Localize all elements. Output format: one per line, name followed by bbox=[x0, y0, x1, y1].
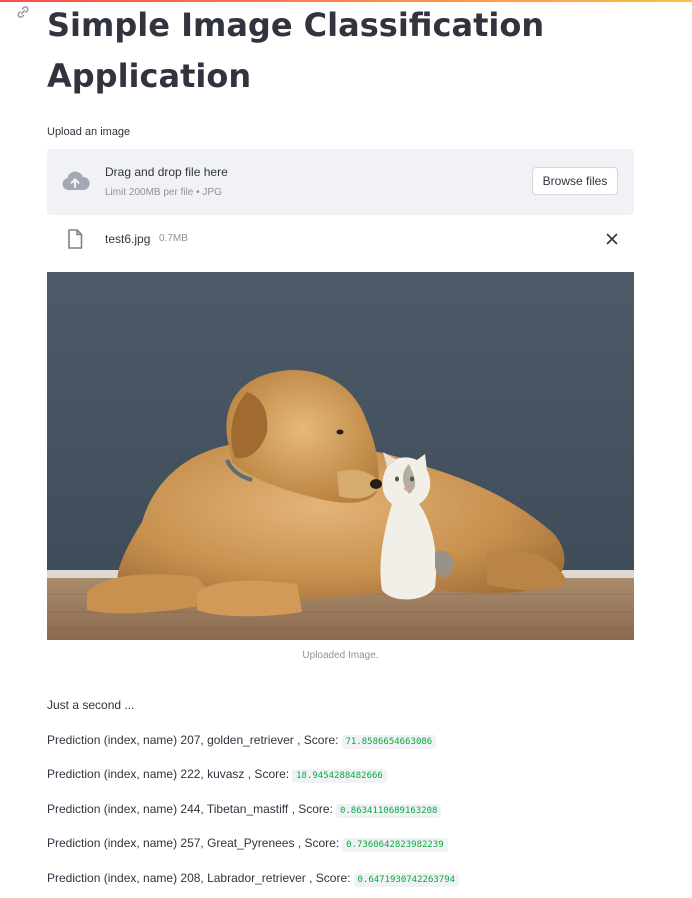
prediction-row: Prediction (index, name) 257, Great_Pyre… bbox=[47, 836, 448, 852]
upload-label: Upload an image bbox=[47, 126, 131, 138]
close-icon[interactable] bbox=[604, 231, 620, 247]
uploaded-image bbox=[47, 272, 634, 640]
prediction-score: 18.9454288482666 bbox=[292, 769, 387, 783]
prediction-text: Prediction (index, name) 244, Tibetan_ma… bbox=[47, 802, 333, 816]
status-text: Just a second ... bbox=[47, 698, 135, 712]
browse-files-button[interactable]: Browse files bbox=[532, 167, 618, 195]
uploaded-file-row: test6.jpg 0.7MB bbox=[47, 226, 634, 252]
link-icon[interactable] bbox=[15, 4, 31, 20]
prediction-score: 0.6471930742263794 bbox=[353, 873, 460, 887]
dropzone-limit: Limit 200MB per file • JPG bbox=[105, 187, 222, 198]
dropzone-instructions: Drag and drop file here bbox=[105, 165, 228, 179]
prediction-text: Prediction (index, name) 257, Great_Pyre… bbox=[47, 836, 340, 850]
file-dropzone[interactable]: Drag and drop file here Limit 200MB per … bbox=[47, 149, 634, 215]
prediction-row: Prediction (index, name) 208, Labrador_r… bbox=[47, 871, 460, 887]
prediction-text: Prediction (index, name) 207, golden_ret… bbox=[47, 733, 339, 747]
page-title: Simple Image Classification Application bbox=[47, 6, 545, 95]
prediction-score: 0.7360642823982239 bbox=[342, 838, 448, 852]
prediction-text: Prediction (index, name) 208, Labrador_r… bbox=[47, 871, 351, 885]
prediction-score: 71.8586654663086 bbox=[341, 735, 437, 749]
file-size: 0.7MB bbox=[159, 233, 188, 244]
cloud-upload-icon bbox=[59, 168, 91, 196]
prediction-row: Prediction (index, name) 207, golden_ret… bbox=[47, 733, 437, 749]
prediction-score: 0.8634110689163208 bbox=[335, 804, 442, 818]
prediction-row: Prediction (index, name) 244, Tibetan_ma… bbox=[47, 802, 442, 818]
file-icon bbox=[67, 229, 83, 249]
prediction-text: Prediction (index, name) 222, kuvasz , S… bbox=[47, 767, 290, 781]
image-caption: Uploaded Image. bbox=[302, 650, 379, 661]
prediction-row: Prediction (index, name) 222, kuvasz , S… bbox=[47, 767, 387, 783]
file-name: test6.jpg bbox=[105, 232, 151, 246]
